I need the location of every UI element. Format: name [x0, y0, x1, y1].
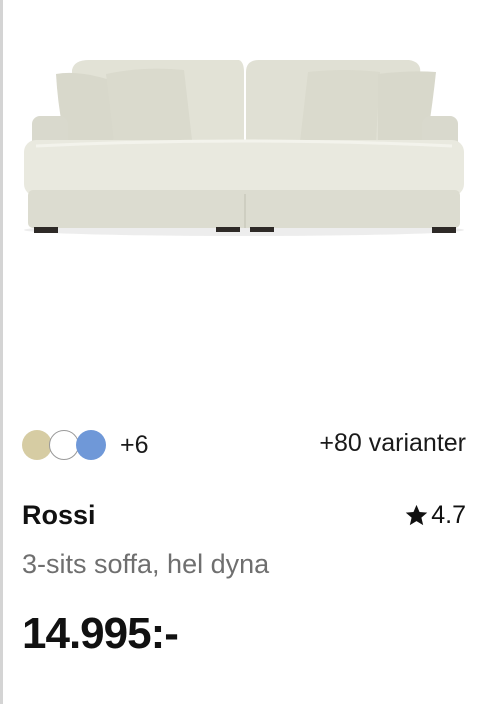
color-swatch-beige[interactable] [22, 430, 52, 460]
variants-count[interactable]: +80 varianter [319, 431, 466, 456]
color-swatch-white[interactable] [49, 430, 79, 460]
product-description: 3-sits soffa, hel dyna [22, 549, 270, 579]
product-card[interactable]: +6 +80 varianter Rossi 4.7 3-sits soffa,… [0, 0, 480, 704]
color-swatches: +6 [22, 428, 149, 462]
star-icon [406, 504, 428, 526]
color-swatch-blue[interactable] [76, 430, 106, 460]
product-image[interactable] [14, 40, 474, 250]
more-colors-count[interactable]: +6 [120, 432, 149, 458]
product-price: 14.995:- [22, 609, 179, 658]
rating-value: 4.7 [431, 501, 466, 529]
product-name[interactable]: Rossi [22, 502, 96, 529]
product-rating: 4.7 [404, 503, 466, 528]
